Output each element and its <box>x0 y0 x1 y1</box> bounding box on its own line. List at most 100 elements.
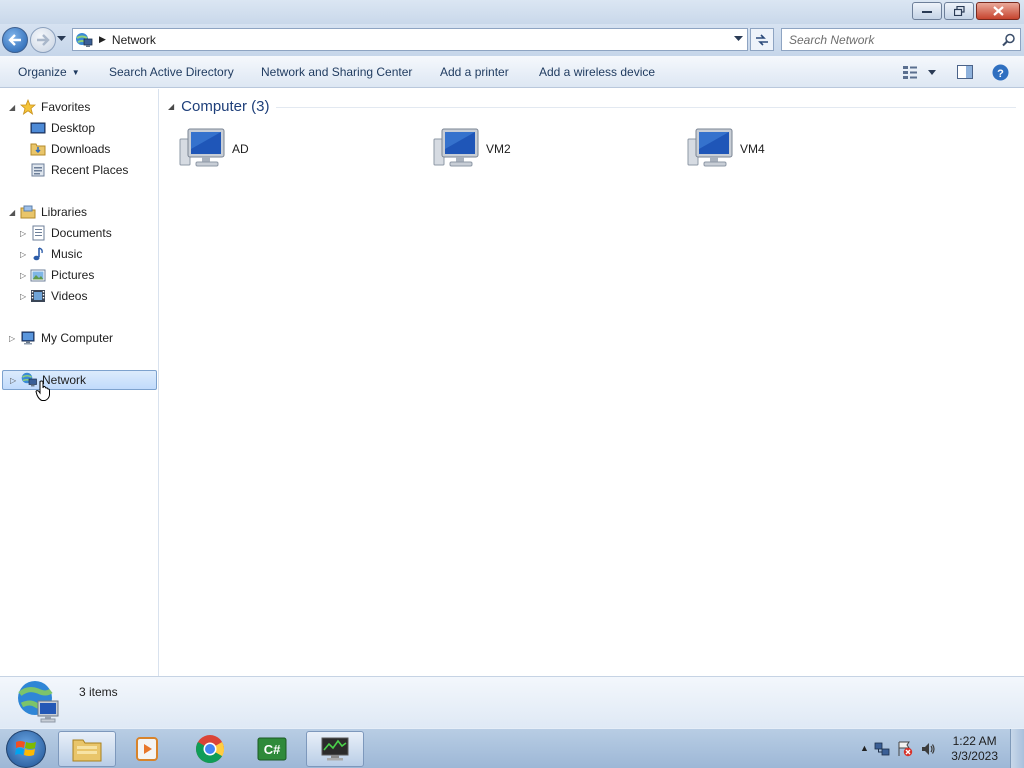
content-pane: ◢ Computer (3) AD VM2 VM4 <box>160 89 1024 676</box>
action-center-alert-icon[interactable] <box>897 741 913 757</box>
nav-my-computer[interactable]: ▷ My Computer <box>0 328 159 348</box>
computer-item-ad[interactable]: AD <box>178 125 249 173</box>
organize-label: Organize <box>18 65 67 79</box>
nav-libraries-label: Libraries <box>41 205 88 219</box>
videos-icon <box>31 290 45 302</box>
show-desktop-button[interactable] <box>1010 729 1024 768</box>
group-header-computer[interactable]: ◢ Computer (3) <box>168 98 270 115</box>
libraries-icon <box>20 205 36 219</box>
group-title: Computer (3) <box>181 98 270 115</box>
nav-videos[interactable]: ▷ Videos <box>0 286 159 306</box>
refresh-button[interactable] <box>750 28 774 51</box>
collapse-arrow-icon[interactable]: ◢ <box>9 103 15 112</box>
csharp-icon: C# <box>257 737 287 761</box>
nav-libraries[interactable]: ◢ Libraries <box>0 202 159 222</box>
address-bar[interactable]: ▶ Network <box>72 28 748 51</box>
breadcrumb-separator-icon[interactable]: ▶ <box>99 34 106 45</box>
computer-label: VM2 <box>486 142 511 156</box>
address-dropdown-icon[interactable] <box>734 36 743 42</box>
minimize-icon <box>922 11 932 13</box>
change-view-button[interactable] <box>902 63 936 81</box>
minimize-button[interactable] <box>912 2 942 20</box>
nav-favorites[interactable]: ◢ Favorites <box>0 97 159 117</box>
search-active-directory-button[interactable]: Search Active Directory <box>109 65 234 79</box>
nav-downloads-label: Downloads <box>51 142 111 156</box>
search-icon[interactable] <box>1002 33 1016 47</box>
help-button[interactable]: ? <box>992 63 1009 81</box>
navigation-pane: ◢ Favorites Desktop Downloads Recent Pla… <box>0 89 159 676</box>
chrome-icon <box>196 735 224 763</box>
system-tray: ▲ 1:22 AM 3/3/2023 <box>834 729 1024 768</box>
taskbar-network-app[interactable] <box>306 731 364 767</box>
network-sharing-center-button[interactable]: Network and Sharing Center <box>261 65 412 79</box>
start-button[interactable] <box>6 730 46 768</box>
organize-menu[interactable]: Organize ▼ <box>18 65 80 79</box>
clock[interactable]: 1:22 AM 3/3/2023 <box>951 734 998 764</box>
forward-button[interactable] <box>30 27 56 53</box>
clock-time: 1:22 AM <box>952 734 997 748</box>
chevron-down-icon: ▼ <box>71 68 80 77</box>
help-icon: ? <box>992 64 1009 80</box>
nav-music[interactable]: ▷ Music <box>0 244 159 264</box>
search-input[interactable] <box>782 29 992 50</box>
title-bar <box>0 0 1024 24</box>
expand-arrow-icon[interactable]: ▷ <box>20 250 26 259</box>
item-count: 3 items <box>79 685 118 699</box>
taskbar: C# ▲ 1:22 AM 3/3/2023 <box>0 728 1024 768</box>
nav-desktop-label: Desktop <box>51 121 96 135</box>
taskbar-csharp-app[interactable]: C# <box>243 731 301 767</box>
add-printer-button[interactable]: Add a printer <box>440 65 509 79</box>
svg-text:?: ? <box>997 68 1004 80</box>
folder-icon <box>72 739 102 762</box>
nav-music-label: Music <box>51 247 83 261</box>
show-hidden-icons-button[interactable]: ▲ <box>860 743 869 753</box>
close-button[interactable] <box>976 2 1020 20</box>
nav-favorites-label: Favorites <box>41 100 91 114</box>
expand-arrow-icon[interactable]: ▷ <box>9 334 15 343</box>
restore-icon <box>953 6 965 16</box>
star-icon <box>20 99 36 115</box>
network-status-icon[interactable] <box>874 741 890 757</box>
search-box[interactable] <box>781 28 1021 51</box>
clock-date: 3/3/2023 <box>951 749 998 763</box>
monitor-app-icon <box>321 737 349 761</box>
taskbar-media-player[interactable] <box>118 731 176 767</box>
network-globe-icon <box>18 681 59 723</box>
expand-arrow-icon[interactable]: ▷ <box>20 229 26 238</box>
nav-desktop[interactable]: Desktop <box>0 118 159 138</box>
restore-button[interactable] <box>944 2 974 20</box>
expand-arrow-icon[interactable]: ▷ <box>20 292 26 301</box>
preview-pane-button[interactable] <box>957 63 973 81</box>
downloads-folder-icon <box>30 143 46 156</box>
computer-icon <box>433 128 479 167</box>
expand-arrow-icon[interactable]: ▷ <box>20 271 26 280</box>
expand-arrow-icon[interactable]: ▷ <box>10 376 16 385</box>
details-pane: 3 items <box>0 676 1024 728</box>
nav-recent-places[interactable]: Recent Places <box>0 160 159 180</box>
computer-icon <box>687 128 733 167</box>
computer-label: AD <box>232 142 249 156</box>
nav-downloads[interactable]: Downloads <box>0 139 159 159</box>
nav-network[interactable]: ▷ Network <box>2 370 157 401</box>
address-row: ▶ Network <box>0 24 1024 56</box>
computer-item-vm2[interactable]: VM2 <box>432 125 511 173</box>
nav-documents-label: Documents <box>51 226 112 240</box>
taskbar-explorer[interactable] <box>58 731 116 767</box>
collapse-arrow-icon[interactable]: ◢ <box>168 102 174 111</box>
collapse-arrow-icon[interactable]: ◢ <box>9 208 15 217</box>
view-options-icon <box>903 66 917 79</box>
forward-arrow-icon <box>37 34 50 46</box>
nav-documents[interactable]: ▷ Documents <box>0 223 159 243</box>
back-button[interactable] <box>2 27 28 53</box>
nav-pictures[interactable]: ▷ Pictures <box>0 265 159 285</box>
breadcrumb-network[interactable]: Network <box>112 33 156 47</box>
desktop-icon <box>30 122 46 134</box>
taskbar-chrome[interactable] <box>181 731 239 767</box>
computer-label: VM4 <box>740 142 765 156</box>
volume-icon[interactable] <box>920 741 936 757</box>
computer-icon <box>21 331 35 345</box>
recent-pages-dropdown[interactable] <box>57 36 66 42</box>
computer-icon <box>179 128 225 167</box>
computer-item-vm4[interactable]: VM4 <box>686 125 765 173</box>
add-wireless-device-button[interactable]: Add a wireless device <box>539 65 655 79</box>
